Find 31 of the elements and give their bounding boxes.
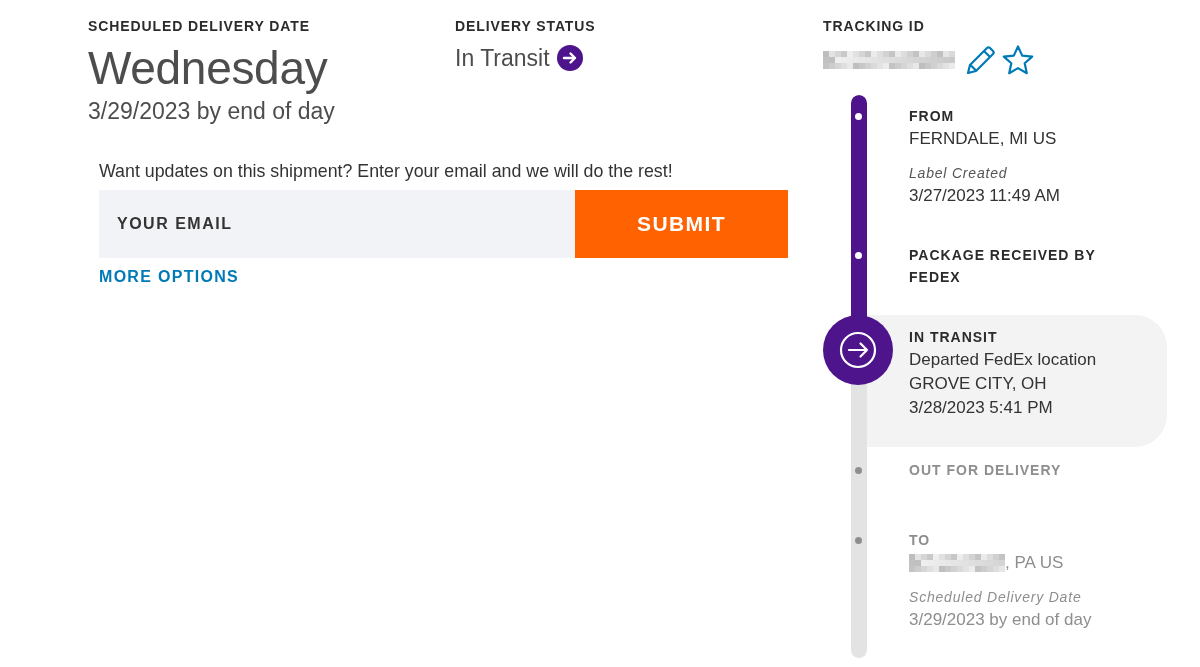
dot-icon (854, 536, 862, 544)
event-detail: GROVE CITY, OH (909, 373, 1047, 395)
pencil-icon[interactable] (966, 45, 996, 75)
dot-icon (854, 112, 862, 120)
event-date: 3/29/2023 by end of day (909, 609, 1092, 631)
delivery-date: 3/29/2023 by end of day (88, 97, 335, 126)
event-title: TO (909, 531, 931, 550)
dot-icon (854, 251, 862, 259)
event-title: PACKAGE RECEIVED BY FEDEX (909, 246, 1097, 287)
dot-icon (854, 466, 862, 474)
submit-button[interactable]: SUBMIT (575, 190, 788, 258)
event-title: OUT FOR DELIVERY (909, 461, 1062, 480)
section-label: DELIVERY STATUS (455, 17, 596, 36)
event-detail: Departed FedEx location (909, 349, 1097, 371)
event-note-label: Label Created (909, 164, 1008, 183)
section-label: SCHEDULED DELIVERY DATE (88, 17, 310, 36)
event-note-label: Scheduled Delivery Date (909, 588, 1082, 607)
event-title: IN TRANSIT (909, 328, 998, 347)
section-label: TRACKING ID (823, 17, 925, 36)
delivery-day: Wednesday (88, 42, 328, 94)
event-date: 3/27/2023 11:49 AM (909, 185, 1060, 207)
more-options-link[interactable]: MORE OPTIONS (99, 267, 240, 287)
notify-prompt: Want updates on this shipment? Enter your email and we will do the rest! (99, 160, 673, 182)
star-icon[interactable] (1002, 45, 1034, 75)
event-title: FROM (909, 107, 955, 126)
delivery-status: In Transit (455, 44, 550, 73)
event-detail: , PA US (1005, 552, 1064, 574)
arrow-circle-icon (556, 45, 583, 71)
email-field[interactable]: YOUR EMAIL (99, 190, 575, 258)
event-detail: FERNDALE, MI US (909, 128, 1057, 150)
event-detail: 3/28/2023 5:41 PM (909, 397, 1053, 419)
